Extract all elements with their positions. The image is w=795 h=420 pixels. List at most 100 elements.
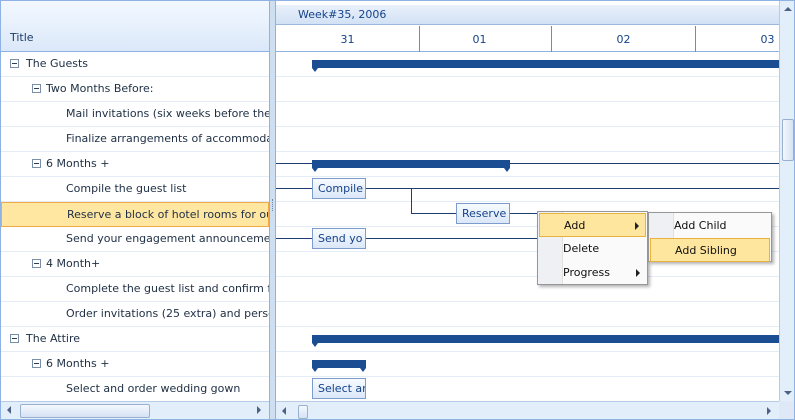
chart-vscroll-thumb[interactable]	[782, 119, 794, 161]
menu-item-label: Progress	[563, 266, 610, 279]
collapse-toggle-icon[interactable]	[32, 259, 41, 268]
chart-horizontal-scrollbar[interactable]	[276, 401, 779, 419]
menu-item-delete[interactable]: Delete	[539, 237, 646, 261]
column-header-title[interactable]: Title	[10, 31, 34, 44]
chart-row-line	[276, 201, 779, 202]
submenu-arrow-icon	[635, 222, 639, 230]
dependency-line	[365, 188, 779, 189]
grid-horizontal-scrollbar[interactable]	[1, 401, 269, 419]
scroll-down-arrow-icon[interactable]	[784, 391, 792, 395]
chart-row-line	[276, 151, 779, 152]
dependency-line	[365, 238, 540, 239]
dependency-line	[411, 213, 456, 214]
chart-row-line	[276, 301, 779, 302]
summary-bar-6-months[interactable]	[312, 160, 510, 172]
task-grid: Title The Guests Two Months Before: Mail i…	[1, 1, 269, 419]
scroll-right-arrow-icon[interactable]	[767, 407, 771, 415]
dependency-line	[276, 188, 312, 189]
grid-row[interactable]: 6 Months +	[1, 152, 269, 177]
dependency-line	[510, 213, 540, 214]
grid-row[interactable]: 4 Month+	[1, 252, 269, 277]
dependency-line	[276, 238, 312, 239]
task-bar-select[interactable]: Select an	[312, 378, 366, 399]
grid-row[interactable]: Reserve a block of hotel rooms for out-	[1, 202, 269, 227]
timescale-day: 31	[276, 26, 420, 52]
grid-header: Title	[1, 1, 269, 52]
row-title: Compile the guest list	[66, 182, 187, 195]
gantt-control: Title The Guests Two Months Before: Mail i…	[0, 0, 795, 420]
grid-row[interactable]: Two Months Before:	[1, 77, 269, 102]
scroll-up-arrow-icon[interactable]	[784, 7, 792, 11]
chart-row-line	[276, 76, 779, 77]
chart-row-line	[276, 126, 779, 127]
gantt-chart: Week#35, 2006 31 01 02 03 Compile Reserv…	[276, 1, 779, 401]
menu-item-label: Add Sibling	[675, 244, 737, 257]
scroll-left-arrow-icon[interactable]	[282, 407, 286, 415]
scroll-left-arrow-icon[interactable]	[7, 406, 11, 414]
row-title: Select and order wedding gown	[66, 382, 241, 395]
chart-row-line	[276, 176, 779, 177]
menu-item-add-sibling[interactable]: Add Sibling	[650, 238, 770, 262]
row-title: 4 Month+	[46, 257, 101, 270]
chart-row-line	[276, 101, 779, 102]
row-title: Order invitations (25 extra) and persona	[66, 307, 269, 320]
row-title: The Attire	[26, 332, 81, 345]
task-bar-send[interactable]: Send yo	[312, 228, 366, 249]
chart-row-line	[276, 276, 779, 277]
grid-row[interactable]: Complete the guest list and confirm fina	[1, 277, 269, 302]
timescale-day: 01	[408, 26, 552, 52]
dependency-line	[510, 163, 779, 164]
chart-vertical-scrollbar[interactable]	[779, 1, 794, 419]
grid-row[interactable]: Finalize arrangements of accommodatio	[1, 127, 269, 152]
submenu-arrow-icon	[636, 269, 640, 277]
grid-rows: The Guests Two Months Before: Mail invitat…	[1, 52, 269, 401]
context-menu: Add Delete Progress	[537, 211, 648, 285]
menu-item-add[interactable]: Add	[539, 213, 646, 237]
grid-scroll-thumb[interactable]	[20, 404, 150, 418]
grid-row[interactable]: Select and order wedding gown	[1, 377, 269, 401]
summary-bar-the-attire[interactable]	[312, 335, 779, 347]
scroll-right-arrow-icon[interactable]	[257, 406, 261, 414]
grid-row[interactable]: 6 Months +	[1, 352, 269, 377]
grid-row[interactable]: Compile the guest list	[1, 177, 269, 202]
task-bar-compile[interactable]: Compile	[312, 178, 366, 199]
grid-row[interactable]: Order invitations (25 extra) and persona	[1, 302, 269, 327]
menu-item-add-child[interactable]: Add Child	[650, 214, 770, 238]
day-label: 03	[760, 33, 775, 46]
collapse-toggle-icon[interactable]	[10, 59, 19, 68]
dependency-line	[276, 163, 312, 164]
grid-row[interactable]: Mail invitations (six weeks before the w…	[1, 102, 269, 127]
row-title: 6 Months +	[46, 357, 110, 370]
menu-item-label: Add Child	[674, 219, 727, 232]
summary-bar-attire-6-months[interactable]	[312, 360, 366, 372]
collapse-toggle-icon[interactable]	[32, 359, 41, 368]
timescale: Week#35, 2006 31 01 02 03	[276, 1, 779, 52]
scrollbar-corner	[779, 401, 794, 419]
row-title: Reserve a block of hotel rooms for out-	[67, 208, 269, 221]
row-title: The Guests	[26, 57, 88, 70]
grid-row[interactable]: The Guests	[1, 52, 269, 77]
collapse-toggle-icon[interactable]	[10, 334, 19, 343]
grid-row[interactable]: The Attire	[1, 327, 269, 352]
menu-item-label: Add	[564, 219, 586, 232]
dependency-line	[411, 188, 412, 214]
summary-bar-the-guests[interactable]	[312, 60, 779, 72]
splitter-grip-icon[interactable]	[272, 199, 273, 211]
row-title: Two Months Before:	[46, 82, 154, 95]
day-label: 02	[616, 33, 631, 46]
collapse-toggle-icon[interactable]	[32, 159, 41, 168]
task-bar-reserve[interactable]: Reserve	[456, 203, 510, 224]
chart-hscroll-thumb[interactable]	[298, 405, 308, 419]
day-label: 31	[340, 33, 355, 46]
week-label: Week#35, 2006	[298, 8, 387, 21]
grid-chart-splitter[interactable]	[269, 1, 276, 419]
timescale-week: Week#35, 2006	[276, 5, 779, 25]
menu-item-progress[interactable]: Progress	[539, 261, 646, 285]
row-title: Complete the guest list and confirm fina	[66, 282, 269, 295]
row-title: Send your engagement announcement	[66, 232, 269, 245]
add-submenu: Add Child Add Sibling	[648, 212, 772, 262]
row-title: 6 Months +	[46, 157, 110, 170]
menu-item-label: Delete	[563, 242, 600, 255]
collapse-toggle-icon[interactable]	[32, 84, 41, 93]
grid-row[interactable]: Send your engagement announcement	[1, 227, 269, 252]
